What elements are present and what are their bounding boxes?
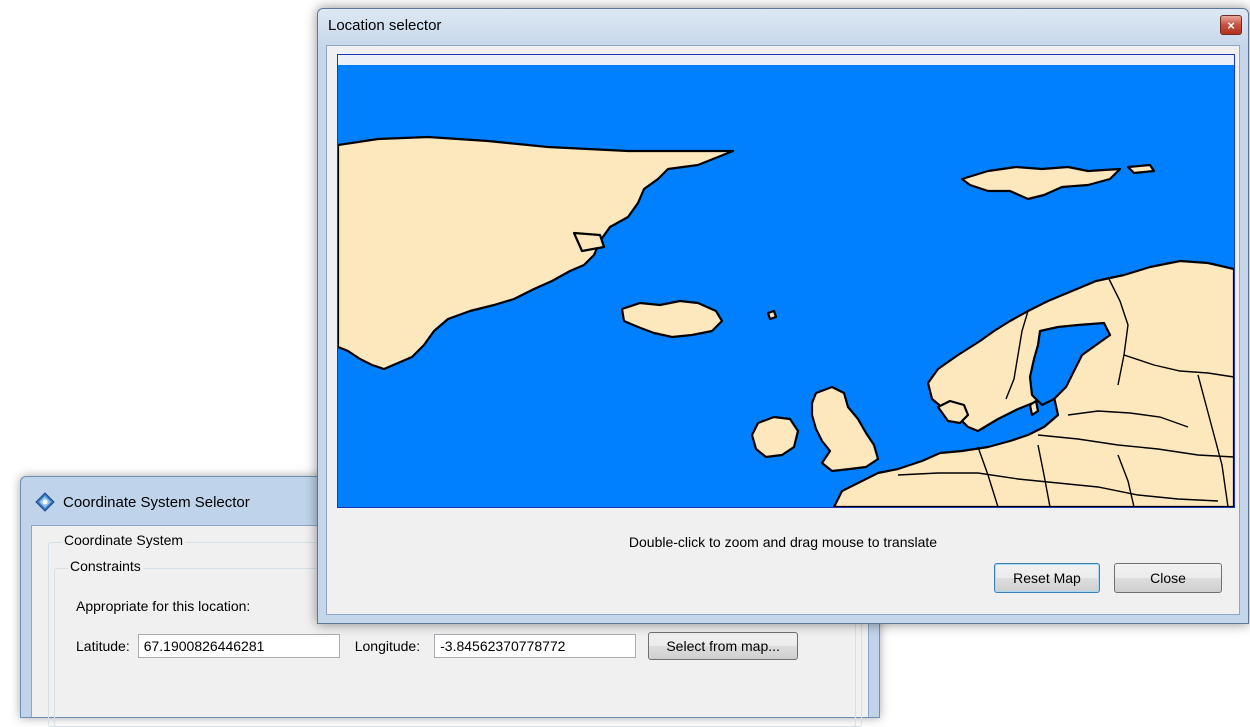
lat-lon-row: Latitude: Longitude: Select from map... (76, 632, 799, 660)
gotland (1028, 399, 1040, 417)
coordinate-dialog-titlebar[interactable]: Coordinate System Selector (35, 491, 250, 513)
location-dialog-title: Location selector (328, 17, 442, 34)
appropriate-location-label: Appropriate for this location: (76, 598, 251, 614)
longitude-input[interactable] (434, 634, 637, 658)
location-dialog-client: Double-click to zoom and drag mouse to t… (326, 45, 1240, 615)
latitude-input[interactable] (137, 634, 340, 658)
select-from-map-button[interactable]: Select from map... (648, 632, 799, 660)
faroe-islands (766, 309, 778, 321)
constraints-group-label: Constraints (68, 558, 143, 574)
map-top-strip (338, 55, 1234, 65)
map-canvas[interactable] (337, 54, 1235, 508)
svalbard-east-island (1126, 163, 1156, 175)
longitude-label: Longitude: (354, 638, 421, 654)
world-map[interactable] (338, 55, 1234, 507)
window-close-icon[interactable]: × (1220, 15, 1242, 35)
location-selector-window: Location selector × Double-click to zoom… (317, 8, 1249, 624)
reset-map-button[interactable]: Reset Map (994, 563, 1100, 593)
map-hint-text: Double-click to zoom and drag mouse to t… (628, 534, 938, 550)
close-glyph: × (1227, 17, 1235, 33)
coordinate-dialog-title: Coordinate System Selector (63, 493, 250, 511)
coordinate-system-group-label: Coordinate System (62, 532, 186, 548)
close-button[interactable]: Close (1114, 563, 1222, 593)
latitude-label: Latitude: (76, 638, 130, 654)
app-globe-icon (35, 492, 55, 512)
